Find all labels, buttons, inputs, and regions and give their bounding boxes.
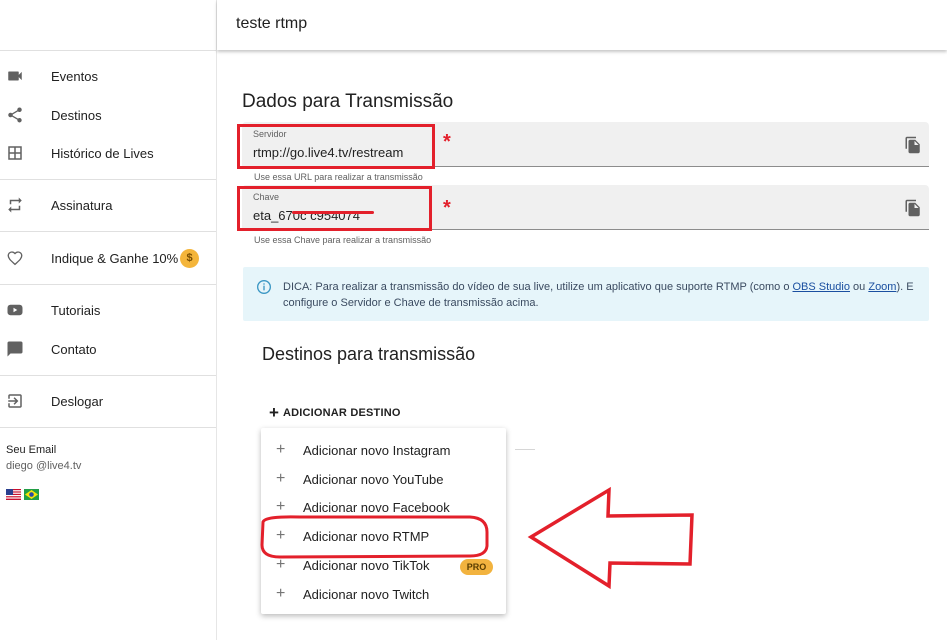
sidebar-divider <box>0 427 216 428</box>
sidebar-item-label: Indique & Ganhe 10% <box>51 250 179 266</box>
transmission-section-title: Dados para Transmissão <box>242 91 454 112</box>
required-mark: * <box>443 131 451 153</box>
video-camera-icon <box>8 71 22 81</box>
server-annotation-box <box>237 124 435 169</box>
menu-item-label: Adicionar novo RTMP <box>303 529 430 544</box>
grid-icon <box>8 146 22 160</box>
tip-text-middle: ou <box>849 281 869 293</box>
page-title: teste rtmp <box>236 15 308 32</box>
plus-icon: + <box>276 498 286 515</box>
menu-item-twitch[interactable]: + Adicionar novo Twitch <box>261 580 506 609</box>
menu-item-label: Adicionar novo Twitch <box>303 587 430 602</box>
sidebar-item-tutoriais[interactable]: Tutoriais <box>0 292 216 328</box>
menu-item-label: Adicionar novo Facebook <box>303 500 450 515</box>
sidebar: Eventos Destinos Histórico de Lives Assi… <box>0 0 217 640</box>
divider <box>515 449 535 450</box>
copy-icon[interactable] <box>904 135 922 155</box>
server-field-hint: Use essa URL para realizar a transmissão <box>254 172 423 182</box>
info-icon <box>257 280 271 294</box>
arrow-annotation <box>527 486 694 590</box>
sidebar-item-destinos[interactable]: Destinos <box>0 97 216 133</box>
chat-icon <box>7 341 23 357</box>
sidebar-item-label: Deslogar <box>51 393 104 409</box>
sidebar-item-deslogar[interactable]: Deslogar <box>0 383 216 419</box>
menu-item-label: Adicionar novo Instagram <box>303 443 451 458</box>
heart-icon <box>7 251 23 266</box>
dollar-coin-icon: $ <box>180 248 199 268</box>
add-destination-label: ADICIONAR DESTINO <box>282 407 401 419</box>
share-icon <box>8 107 22 123</box>
sidebar-item-label: Tutoriais <box>51 302 101 318</box>
sidebar-item-label: Contato <box>51 341 97 357</box>
menu-item-youtube[interactable]: + Adicionar novo YouTube <box>261 465 506 494</box>
menu-item-rtmp[interactable]: + Adicionar novo RTMP <box>261 522 506 551</box>
youtube-icon <box>7 304 23 316</box>
page-header: teste rtmp <box>217 0 947 50</box>
sidebar-item-historico[interactable]: Histórico de Lives <box>0 135 216 171</box>
sidebar-item-label: Destinos <box>51 107 102 123</box>
menu-item-facebook[interactable]: + Adicionar novo Facebook <box>261 493 506 522</box>
sidebar-divider <box>0 179 216 180</box>
plus-icon: + <box>276 556 286 573</box>
menu-item-instagram[interactable]: + Adicionar novo Instagram <box>261 436 506 465</box>
sidebar-item-eventos[interactable]: Eventos <box>0 58 216 94</box>
user-email: diego @live4.tv <box>6 460 82 472</box>
pro-badge: PRO <box>460 559 493 575</box>
required-mark: * <box>443 197 451 219</box>
menu-item-tiktok[interactable]: + Adicionar novo TikTok PRO <box>261 551 506 580</box>
sidebar-divider <box>0 284 216 285</box>
sidebar-divider <box>0 50 216 51</box>
sidebar-item-assinatura[interactable]: Assinatura <box>0 187 216 223</box>
key-field-hint: Use essa Chave para realizar a transmiss… <box>254 235 432 245</box>
add-destination-menu: + Adicionar novo Instagram + Adicionar n… <box>261 428 506 614</box>
sidebar-item-label: Assinatura <box>51 197 113 213</box>
us-flag-icon[interactable] <box>6 489 21 500</box>
brazil-flag-icon[interactable] <box>24 489 39 500</box>
sidebar-item-contato[interactable]: Contato <box>0 331 216 367</box>
zoom-link[interactable]: Zoom <box>868 281 896 293</box>
tip-banner: DICA: Para realizar a transmissão do víd… <box>243 267 929 321</box>
sidebar-item-label: Eventos <box>51 68 98 84</box>
repeat-icon <box>8 197 22 213</box>
sidebar-divider <box>0 375 216 376</box>
plus-icon: + <box>276 527 286 544</box>
key-annotation-box <box>237 186 432 231</box>
destinations-section-title: Destinos para transmissão <box>262 344 476 364</box>
plus-icon: + <box>276 585 286 602</box>
copy-icon[interactable] <box>904 198 922 218</box>
menu-item-label: Adicionar novo YouTube <box>303 472 444 487</box>
plus-icon: + <box>276 441 286 458</box>
menu-item-label: Adicionar novo TikTok <box>303 558 430 573</box>
plus-icon: + <box>269 403 279 422</box>
user-email-label: Seu Email <box>6 444 57 456</box>
logout-icon <box>8 394 22 408</box>
plus-icon: + <box>276 470 286 487</box>
add-destination-button[interactable]: + ADICIONAR DESTINO <box>269 403 401 422</box>
sidebar-item-indique[interactable]: Indique & Ganhe 10% $ <box>0 240 216 276</box>
obs-studio-link[interactable]: OBS Studio <box>793 281 850 293</box>
tip-text: DICA: Para realizar a transmissão do víd… <box>283 279 919 311</box>
tip-text-prefix: DICA: Para realizar a transmissão do víd… <box>283 281 793 293</box>
sidebar-item-label: Histórico de Lives <box>51 145 154 161</box>
sidebar-divider <box>0 231 216 232</box>
